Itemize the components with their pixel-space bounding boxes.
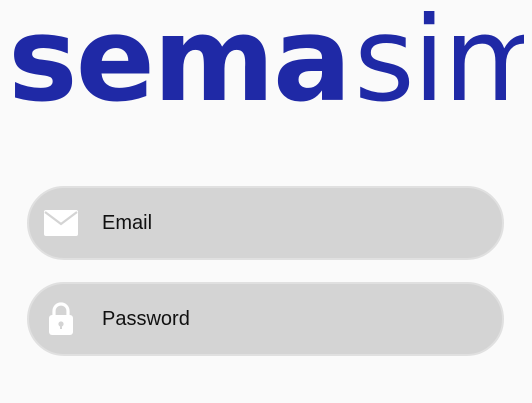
password-field[interactable]: [27, 282, 504, 356]
envelope-icon: [44, 206, 78, 240]
login-screen: semasim: [0, 0, 532, 403]
semasim-logo: semasim: [8, 2, 524, 122]
email-input[interactable]: [102, 203, 502, 243]
logo-text-bold: sema: [8, 2, 350, 122]
svg-text:semasim: semasim: [8, 2, 524, 122]
lock-icon: [44, 302, 78, 336]
password-input[interactable]: [102, 299, 502, 339]
logo-text-light: sim: [354, 2, 524, 122]
email-field[interactable]: [27, 186, 504, 260]
